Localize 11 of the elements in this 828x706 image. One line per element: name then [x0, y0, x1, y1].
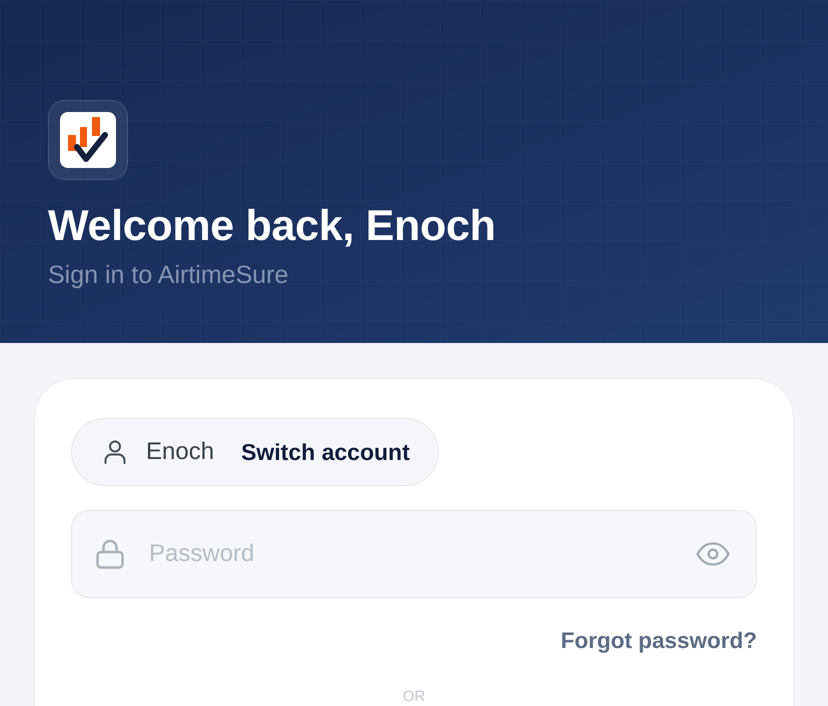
forgot-password-link[interactable]: Forgot password?: [560, 628, 757, 654]
or-divider-text: OR: [402, 688, 426, 706]
account-name: Enoch: [146, 438, 214, 466]
welcome-subtitle: Sign in to AirtimeSure: [48, 260, 288, 290]
welcome-title: Welcome back, Enoch: [48, 201, 496, 252]
password-field[interactable]: Password: [71, 510, 757, 598]
lock-icon: [96, 539, 124, 569]
eye-icon[interactable]: [696, 542, 730, 566]
logo-icon: [48, 100, 128, 180]
switch-account-link[interactable]: Switch account: [241, 438, 410, 466]
person-icon: [104, 440, 126, 464]
